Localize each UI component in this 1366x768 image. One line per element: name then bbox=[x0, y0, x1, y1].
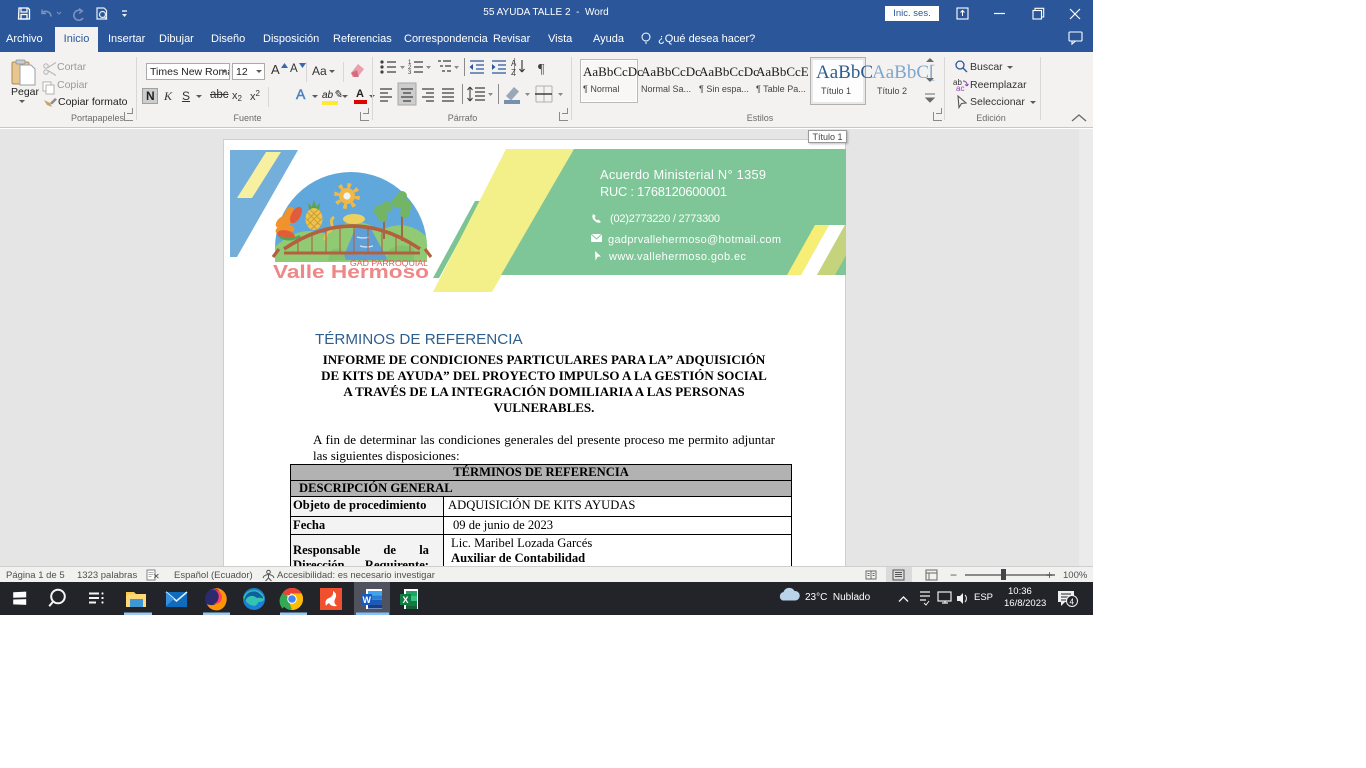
svg-text:ac: ac bbox=[956, 84, 964, 91]
svg-text:X: X bbox=[403, 595, 409, 605]
svg-text:Z: Z bbox=[511, 68, 516, 77]
svg-text:Acuerdo Ministerial N° 1359: Acuerdo Ministerial N° 1359 bbox=[600, 167, 766, 182]
svg-text:RUC : 1768120600001: RUC : 1768120600001 bbox=[600, 184, 727, 199]
svg-text:(02)2773220 / 2773300: (02)2773220 / 2773300 bbox=[610, 213, 720, 225]
svg-text:4: 4 bbox=[1070, 598, 1075, 607]
svg-text:✕: ✕ bbox=[153, 572, 160, 581]
svg-text:W: W bbox=[363, 595, 372, 605]
svg-text:gadprvallehermoso@hotmail.com: gadprvallehermoso@hotmail.com bbox=[608, 234, 781, 246]
svg-text:Valle Hermoso: Valle Hermoso bbox=[273, 262, 429, 282]
svg-text:¶: ¶ bbox=[538, 62, 545, 77]
svg-text:www.vallehermoso.gob.ec: www.vallehermoso.gob.ec bbox=[608, 251, 747, 263]
svg-text:A: A bbox=[511, 59, 517, 68]
svg-text:3: 3 bbox=[408, 70, 412, 76]
